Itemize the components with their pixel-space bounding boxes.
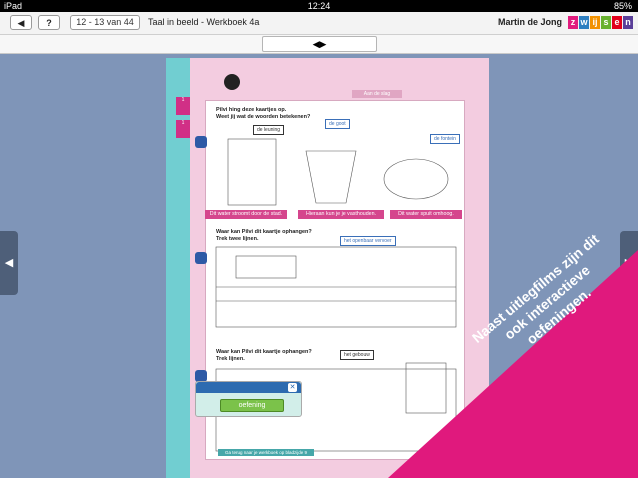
video-icon[interactable] [195, 252, 207, 264]
word-card-openbaar-vervoer: het openbaar vervoer [340, 236, 396, 246]
word-card-goot: de goot [325, 119, 350, 129]
logo-letter: ij [590, 16, 600, 29]
exercise-2-title: Waar kan Pilvi dit kaartje ophangen? Tre… [216, 229, 312, 242]
clock: 12:24 [307, 1, 331, 11]
logo-letter: n [623, 16, 633, 29]
book-title: Taal in beeld - Werkboek 4a [148, 17, 260, 27]
view-toggle-bar: ◀▶ [0, 35, 638, 54]
exercise-3-title: Waar kan Pilvi dit kaartje ophangen? Tre… [216, 349, 312, 362]
castle-illustration [405, 362, 447, 414]
page-flag: 1 [176, 120, 190, 138]
user-name: Martin de Jong [498, 17, 563, 27]
word-card-fontein: de fontein [430, 134, 460, 144]
help-button[interactable]: ? [38, 15, 60, 30]
caption-3: Dit water spuit omhoog. [390, 210, 462, 219]
logo-letter: z [568, 16, 578, 29]
word-card-leuning: de leuning [253, 125, 285, 135]
popup-header [196, 382, 301, 393]
tower-illustration [227, 138, 277, 206]
logo-letter: e [612, 16, 622, 29]
zwijsen-logo: z w ij s e n [568, 16, 633, 29]
battery-level: 85% [613, 1, 632, 11]
page-indicator[interactable]: 12 - 13 van 44 [70, 15, 140, 30]
spread-toggle-button[interactable]: ◀▶ [262, 36, 377, 52]
exercise-1-title: Pilvi hing deze kaartjes op. Weet jij wa… [216, 107, 311, 120]
footer-note: Ga terug naar je werkboek op bladzijde 9 [218, 449, 314, 456]
exercise-popup: ✕ oefening [195, 381, 302, 417]
logo-letter: w [579, 16, 589, 29]
back-button[interactable]: ◀ [10, 15, 32, 30]
close-icon[interactable]: ✕ [288, 383, 297, 392]
caption-1: Dit water stroomt door de stad. [205, 210, 287, 219]
oefening-button[interactable]: oefening [220, 399, 284, 412]
top-toolbar: ◀ ? 12 - 13 van 44 Taal in beeld - Werkb… [0, 12, 638, 35]
caption-2: Hieraan kun je je vasthouden. [298, 210, 384, 219]
next-page-button[interactable]: ▶ [620, 231, 638, 295]
street-illustration [305, 150, 357, 204]
section-header: Aan de slag [352, 90, 402, 98]
video-icon[interactable] [195, 136, 207, 148]
page-flag: 1 [176, 97, 190, 115]
prev-page-button[interactable]: ◀ [0, 231, 18, 295]
bus-illustration [235, 255, 297, 279]
mascot-icon [224, 74, 240, 90]
word-card-gebouw: het gebouw [340, 350, 374, 360]
fountain-illustration [383, 158, 449, 200]
logo-letter: s [601, 16, 611, 29]
status-bar: iPad 12:24 85% [0, 0, 638, 12]
